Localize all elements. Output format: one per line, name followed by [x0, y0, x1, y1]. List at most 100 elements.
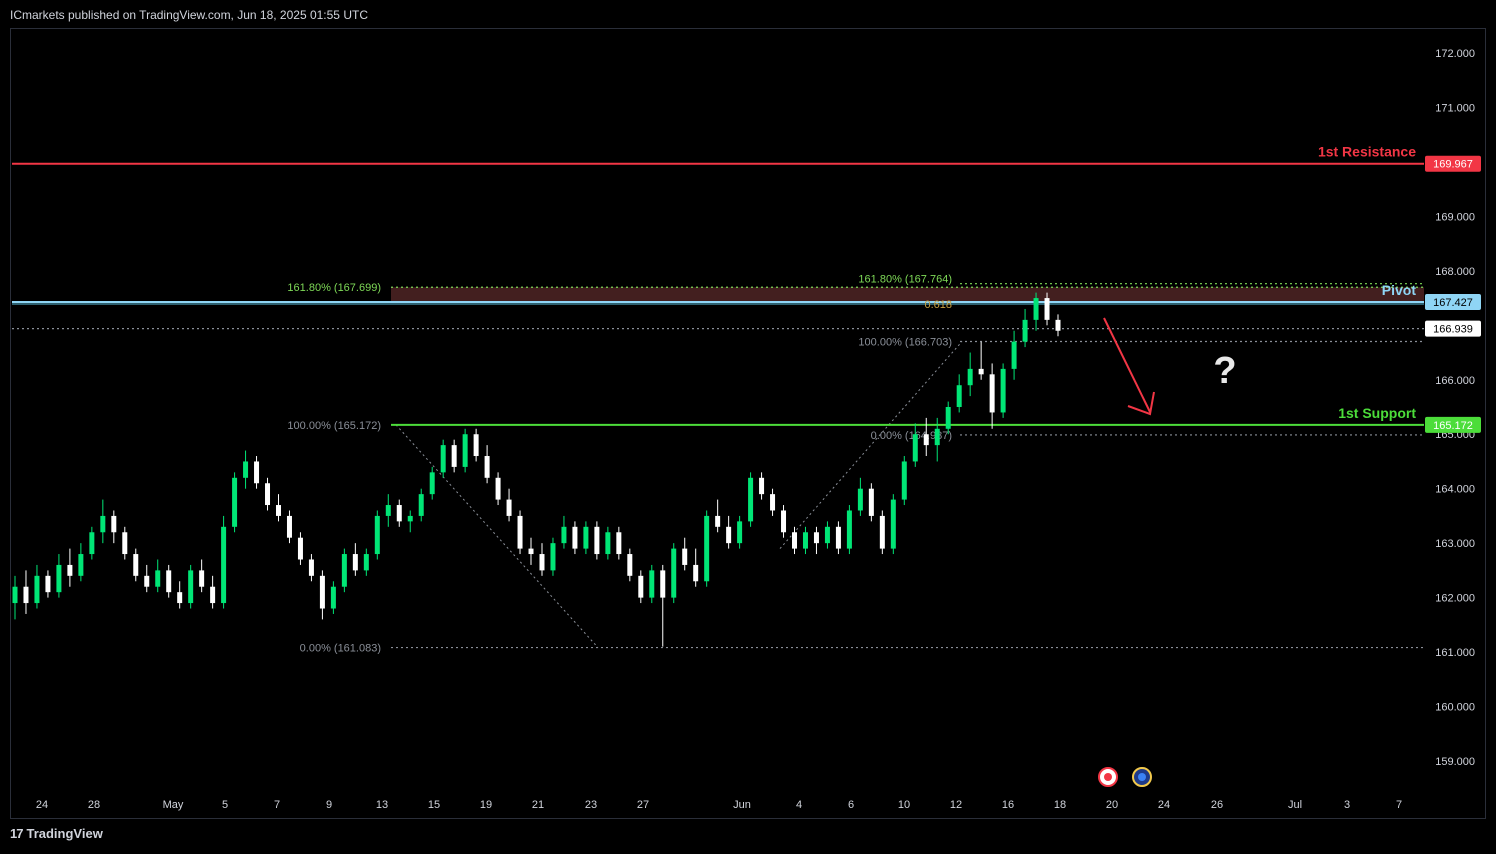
x-axis-tick-label: 5: [222, 799, 228, 811]
y-axis-tick-label: 160.000: [1435, 702, 1475, 714]
candle-body: [451, 445, 457, 467]
y-axis-tick-label: 171.000: [1435, 102, 1475, 114]
x-axis-tick-label: 18: [1054, 799, 1066, 811]
candle-body: [506, 499, 512, 516]
fib-label: 0.00% (164.987): [871, 430, 952, 442]
candle-body: [1044, 298, 1050, 320]
candle-body: [824, 526, 830, 544]
candle-body: [210, 586, 216, 604]
candle-body: [188, 570, 194, 604]
candle-body: [111, 515, 117, 533]
y-axis-tick-label: 168.000: [1435, 266, 1475, 278]
candle-body: [221, 526, 227, 604]
y-axis-tick-label: 172.000: [1435, 48, 1475, 60]
fib-label: 100.00% (166.703): [858, 336, 952, 348]
candle-body: [199, 570, 205, 587]
candle-body: [967, 368, 973, 386]
x-axis-tick-label: 27: [637, 799, 649, 811]
candle-body: [956, 385, 962, 407]
fib-label: 161.80% (167.699): [287, 282, 381, 294]
candle-body: [78, 554, 84, 576]
fib-zone: [391, 287, 1424, 303]
candle-body: [594, 526, 600, 555]
fib-label: 100.00% (165.172): [287, 420, 381, 432]
candle-body: [978, 368, 984, 375]
candle-body: [945, 407, 951, 429]
candle-body: [890, 499, 896, 549]
candle-body: [660, 570, 666, 598]
x-axis-tick-label: 28: [88, 799, 100, 811]
price-chart[interactable]: 172.000171.000170.000169.000168.000167.0…: [0, 0, 1496, 820]
candle-body: [802, 532, 808, 549]
x-axis-tick-label: 13: [376, 799, 388, 811]
candle-body: [23, 586, 29, 604]
candle-body: [297, 537, 303, 560]
candle-body: [781, 510, 787, 533]
candle-body: [759, 477, 765, 495]
candle-body: [857, 488, 863, 511]
candle-body: [243, 461, 249, 478]
candle-body: [45, 575, 51, 593]
tradingview-logo[interactable]: 17 TradingView: [10, 826, 103, 841]
candle-body: [166, 570, 172, 593]
candle-body: [34, 575, 40, 604]
candle-body: [813, 532, 819, 544]
x-axis-tick-label: 26: [1211, 799, 1223, 811]
candle-body: [901, 461, 907, 500]
candle-body: [693, 564, 699, 582]
candle-body: [792, 532, 798, 549]
footer-bar: [0, 820, 1496, 854]
x-axis-tick-label: 12: [950, 799, 962, 811]
candle-body: [275, 505, 281, 516]
candle-body: [286, 515, 292, 538]
candle-body: [770, 494, 776, 511]
candle-body: [1011, 341, 1017, 369]
candle-body: [363, 554, 369, 571]
x-axis-tick-label: 7: [274, 799, 280, 811]
candle-body: [396, 505, 402, 522]
candle-body: [473, 434, 479, 457]
x-axis-tick-label: 21: [532, 799, 544, 811]
candle-body: [616, 532, 622, 555]
y-axis-tick-label: 159.000: [1435, 756, 1475, 768]
candle-body: [539, 554, 545, 571]
candle-body: [440, 445, 446, 473]
candle-body: [1033, 298, 1039, 320]
x-axis-tick-label: 23: [585, 799, 597, 811]
level-label: 1st Resistance: [1318, 144, 1416, 160]
candle-body: [989, 374, 995, 413]
candle-body: [133, 554, 139, 576]
candle-body: [144, 575, 150, 587]
candle-body: [912, 434, 918, 462]
candle-body: [12, 586, 18, 604]
y-axis-tick-label: 166.000: [1435, 375, 1475, 387]
candle-body: [561, 526, 567, 544]
candle-body: [846, 510, 852, 549]
x-axis-tick-label: 16: [1002, 799, 1014, 811]
x-axis-tick-label: 24: [36, 799, 48, 811]
candle-body: [934, 428, 940, 446]
candle-body: [407, 515, 413, 522]
candle-body: [89, 532, 95, 555]
x-axis-tick-label: 4: [796, 799, 802, 811]
last-price-tag: 166.939: [1433, 324, 1473, 336]
price-tag: 169.967: [1433, 159, 1473, 171]
candle-body: [254, 461, 260, 484]
candle-body: [495, 477, 501, 500]
y-axis-tick-label: 163.000: [1435, 538, 1475, 550]
candle-body: [352, 554, 358, 571]
fib-label: 0.00% (161.083): [300, 643, 381, 655]
candle-body: [748, 477, 754, 522]
candle-body: [638, 575, 644, 598]
candle-body: [517, 515, 523, 549]
tradingview-logo-text: TradingView: [26, 826, 103, 841]
candle-body: [1022, 319, 1028, 342]
x-axis-tick-label: 19: [480, 799, 492, 811]
candle-body: [726, 526, 732, 544]
y-axis-tick-label: 169.000: [1435, 211, 1475, 223]
candle-body: [649, 570, 655, 598]
candle-body: [122, 532, 128, 555]
candle-body: [671, 548, 677, 598]
candle-body: [100, 515, 106, 533]
candle-body: [155, 570, 161, 587]
